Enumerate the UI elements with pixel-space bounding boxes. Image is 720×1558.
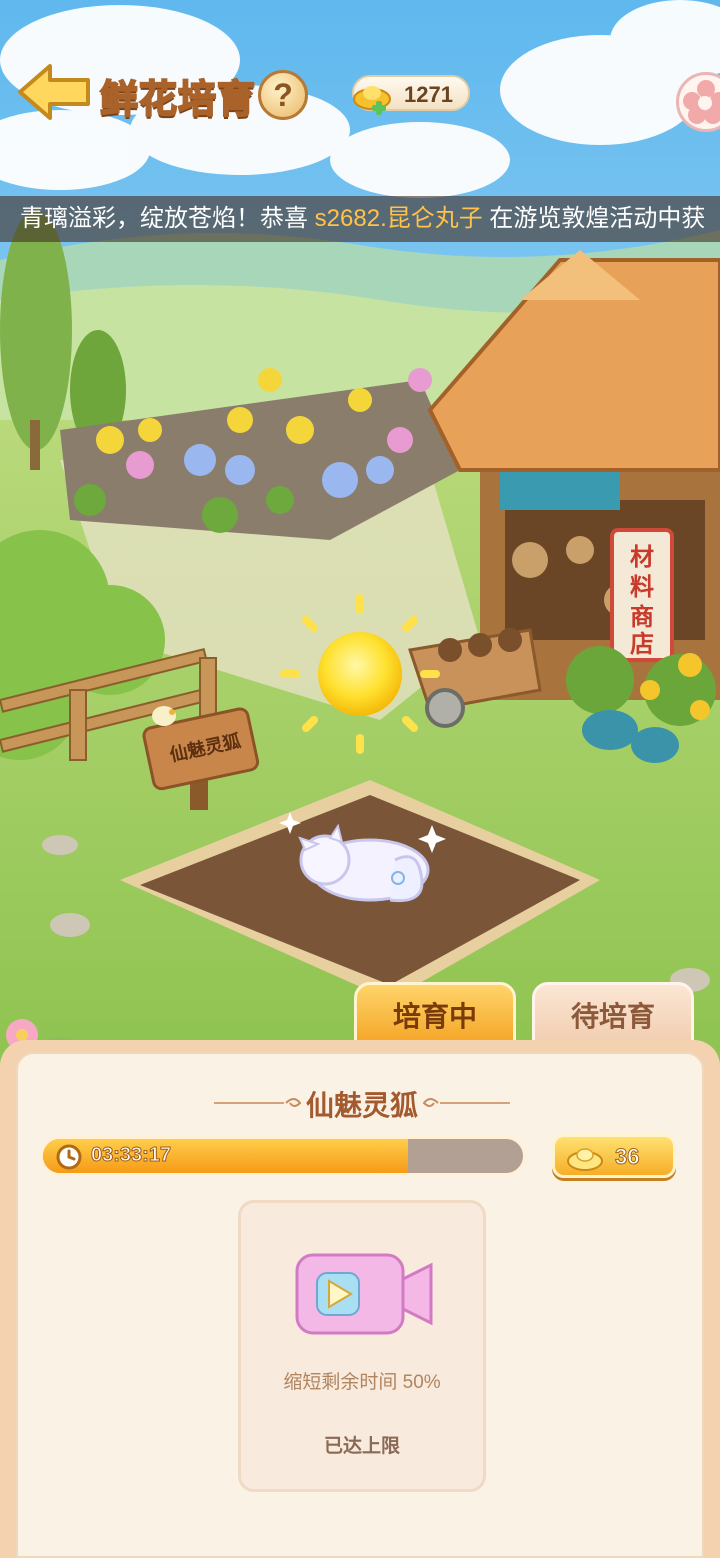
svg-text:店: 店 [630,631,654,658]
growth-progress-bar: 03:33:17 [40,1136,526,1176]
svg-text:料: 料 [630,574,654,601]
tab-pending[interactable]: 待培育 [532,982,694,1048]
marquee-player-name: s2682.昆仑丸子 [314,205,483,232]
gold-ingot-icon [353,86,391,115]
currency-counter[interactable]: 1271 [352,75,470,115]
marquee-text-end: 在游览敦煌活动中获 [482,205,706,232]
video-boost-card[interactable]: 缩短剩余时间 50% 已达上限 [238,1200,486,1492]
flower-menu-button[interactable] [676,72,720,132]
speedup-cost-value: 36 [614,1144,640,1170]
announcement-marquee: 青璃溢彩，绽放苍焰！恭喜 s2682.昆仑丸子 在游览敦煌活动中获 [0,196,720,242]
back-button[interactable] [14,60,94,124]
panel-title: 仙魅灵狐 [305,1090,418,1121]
currency-value: 1271 [404,82,453,107]
panel-body: 仙魅灵狐 03:33:17 36 缩短剩余时间 50% 已达上限 [16,1052,704,1558]
gold-ingot-icon [567,1148,603,1171]
speedup-cost-button[interactable]: 36 [552,1134,676,1178]
help-icon: ? [273,76,293,113]
top-bar: 鲜花培育 ? 1271 [0,0,720,190]
boost-status: 已达上限 [323,1436,400,1457]
help-button[interactable]: ? [258,70,308,120]
ornament-right-icon [422,1098,510,1107]
marquee-text: 青璃溢彩，绽放苍焰！恭喜 [20,205,315,232]
shop-sign-char: 材 [630,544,654,571]
boost-description: 缩短剩余时间 50% [283,1372,441,1393]
svg-text:商: 商 [630,603,654,631]
clock-icon [56,1144,82,1170]
cultivation-panel: 仙魅灵狐 03:33:17 36 缩短剩余时间 50% 已达上限 [0,1040,720,1558]
page-title: 鲜花培育 [99,78,257,122]
arrow-left-icon [18,64,90,120]
remaining-timer: 03:33:17 [90,1144,172,1167]
video-camera-icon [295,1253,433,1335]
flower-icon [683,80,720,124]
tab-cultivating[interactable]: 培育中 [354,982,516,1048]
